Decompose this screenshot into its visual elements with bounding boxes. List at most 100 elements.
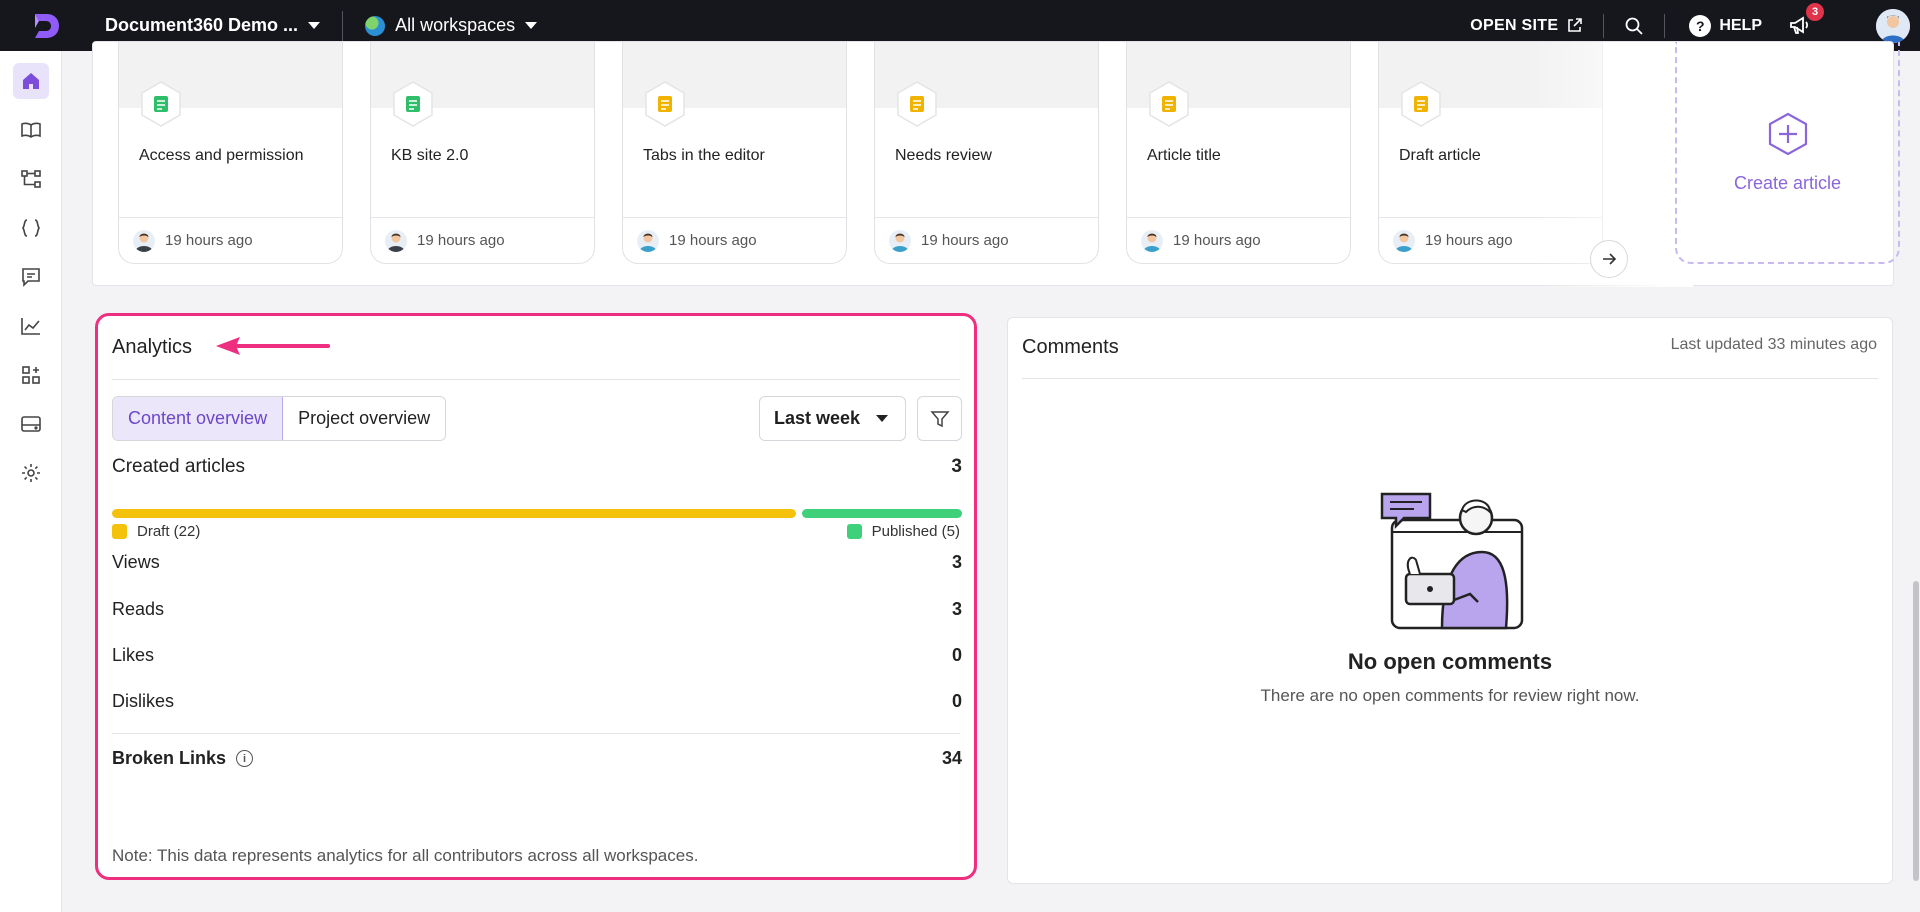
analytics-note: Note: This data represents analytics for…: [112, 846, 699, 865]
draft-legend-label: Draft (22): [137, 523, 201, 540]
comments-panel: Comments Last updated 33 minutes ago No …: [1007, 317, 1893, 884]
info-icon[interactable]: i: [236, 750, 254, 767]
article-updated-time: 19 hours ago: [165, 232, 253, 249]
user-avatar[interactable]: [1876, 8, 1910, 43]
created-articles-row: Created articles 3: [112, 456, 962, 478]
metric-label: Likes: [112, 645, 155, 665]
tab-project-overview[interactable]: Project overview: [283, 397, 446, 440]
article-updated-time: 19 hours ago: [921, 232, 1009, 249]
author-avatar: [637, 229, 659, 252]
article-status-icon: [1401, 81, 1441, 127]
sidebar-item-api-documentation[interactable]: [13, 210, 49, 246]
sidebar-item-widgets[interactable]: [13, 357, 49, 393]
published-swatch: [846, 524, 862, 539]
sidebar-item-documentation[interactable]: [13, 112, 49, 148]
dashboard-main: Access and permission 19 hours ago KB site…: [62, 41, 1920, 912]
page-scrollbar[interactable]: [1912, 51, 1920, 912]
draft-swatch: [112, 524, 127, 539]
author-avatar: [133, 229, 155, 252]
open-site-label: OPEN SITE: [1470, 16, 1559, 34]
sidebar-item-settings[interactable]: [13, 455, 49, 491]
create-article-card[interactable]: Create article: [1675, 42, 1900, 264]
card-footer: 19 hours ago: [875, 217, 1098, 263]
article-title: Tabs in the editor: [643, 147, 765, 164]
article-title: Needs review: [895, 147, 992, 164]
article-status-icon: [897, 81, 937, 127]
sidebar-item-category-manager[interactable]: [13, 161, 49, 197]
article-title: Draft article: [1399, 147, 1481, 164]
help-button[interactable]: ? HELP: [1689, 14, 1762, 37]
article-status-icon: [393, 81, 433, 127]
metric-label: Reads: [112, 599, 165, 619]
scrollbar-thumb[interactable]: [1913, 581, 1919, 881]
broken-links-row: Broken Links i 34: [112, 748, 962, 769]
metric-label: Views: [112, 552, 160, 572]
project-name: Document360 Demo ...: [105, 15, 299, 35]
divider: [342, 10, 344, 41]
published-progress-bar: [802, 509, 962, 518]
tab-content-overview[interactable]: Content overview: [113, 397, 285, 440]
chevron-down-icon: [525, 22, 538, 29]
article-status-icon: [1149, 81, 1189, 127]
draft-legend: Draft (22): [112, 523, 200, 540]
article-status-icon: [645, 81, 685, 127]
divider: [112, 733, 960, 734]
workspace-name: All workspaces: [395, 15, 516, 35]
metric-row-likes: Likes 0: [112, 645, 962, 666]
article-updated-time: 19 hours ago: [1425, 232, 1513, 249]
article-card[interactable]: Draft article 19 hours ago: [1378, 42, 1603, 264]
sidebar-item-analytics[interactable]: [13, 308, 49, 344]
broken-links-value: 34: [941, 748, 962, 768]
drive-icon: [21, 416, 41, 432]
period-dropdown[interactable]: Last week: [759, 396, 906, 441]
article-card[interactable]: Needs review 19 hours ago: [874, 42, 1099, 264]
metric-label: Dislikes: [112, 691, 175, 711]
project-selector[interactable]: Document360 Demo ...: [105, 15, 321, 36]
next-articles-button[interactable]: [1590, 240, 1628, 278]
created-articles-value: 3: [951, 456, 962, 477]
open-site-button[interactable]: OPEN SITE: [1470, 17, 1583, 35]
workspace-selector[interactable]: All workspaces: [365, 15, 538, 36]
add-hexagon-icon: [1768, 112, 1807, 155]
gear-icon: [22, 464, 40, 482]
filter-button[interactable]: [917, 396, 962, 441]
article-card[interactable]: KB site 2.0 19 hours ago: [370, 42, 595, 264]
notification-badge: 3: [1806, 2, 1824, 21]
book-icon: [21, 122, 41, 138]
chevron-down-icon: [876, 415, 889, 422]
announcements-button[interactable]: 3: [1788, 2, 1824, 39]
metric-row-reads: Reads 3: [112, 599, 962, 620]
article-card[interactable]: Article title 19 hours ago: [1126, 42, 1351, 264]
sidebar-item-home[interactable]: [13, 63, 49, 99]
metric-value: 3: [951, 552, 962, 572]
article-title: Article title: [1147, 147, 1221, 164]
metric-row-dislikes: Dislikes 0: [112, 691, 962, 712]
sidebar-item-feedback[interactable]: [13, 259, 49, 295]
comment-icon: [22, 268, 40, 287]
search-icon[interactable]: [1624, 16, 1644, 36]
sidebar-item-drive[interactable]: [13, 406, 49, 442]
author-avatar: [889, 229, 911, 252]
article-card[interactable]: Tabs in the editor 19 hours ago: [622, 42, 847, 264]
apps-icon: [22, 366, 40, 384]
article-card[interactable]: Access and permission 19 hours ago: [118, 42, 343, 264]
analytics-panel: Analytics Content overview Project overv…: [95, 313, 977, 880]
metric-value: 3: [951, 599, 962, 619]
published-legend-label: Published (5): [871, 523, 960, 540]
metric-value: 0: [951, 645, 962, 665]
create-article-label: Create article: [1733, 172, 1842, 193]
hierarchy-icon: [21, 170, 41, 188]
external-link-icon: [1568, 18, 1583, 32]
article-status-icon: [141, 81, 181, 127]
api-braces-icon: [22, 219, 40, 237]
question-icon: ?: [1689, 14, 1712, 37]
chevron-down-icon: [308, 22, 321, 29]
overview-tabs: Content overview Project overview: [112, 396, 447, 441]
document360-logo[interactable]: [29, 9, 63, 43]
broken-links-label: Broken Links: [112, 748, 227, 768]
article-updated-time: 19 hours ago: [1173, 232, 1261, 249]
period-value: Last week: [774, 408, 861, 428]
analytics-title: Analytics: [112, 336, 193, 358]
globe-icon: [365, 15, 386, 36]
divider: [1022, 378, 1878, 379]
